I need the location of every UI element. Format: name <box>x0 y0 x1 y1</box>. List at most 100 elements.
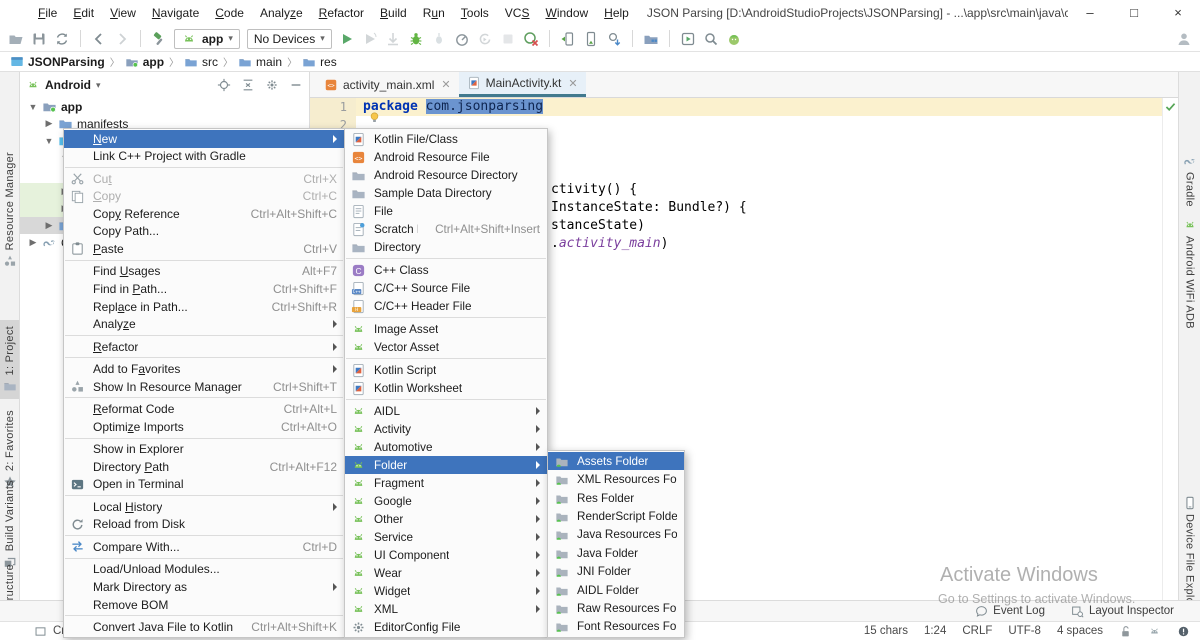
notify-icon[interactable] <box>1177 625 1190 638</box>
menu-edit[interactable]: Edit <box>65 0 102 26</box>
menu-item-ui-component[interactable]: UI Component <box>345 546 547 564</box>
menu-window[interactable]: Window <box>537 0 596 26</box>
menu-item-aidl[interactable]: AIDL <box>345 402 547 420</box>
menu-item-jni-folder[interactable]: JNI Folder <box>548 562 684 580</box>
menu-item-copy[interactable]: CopyCtrl+C <box>64 188 344 206</box>
menu-help[interactable]: Help <box>596 0 637 26</box>
menu-view[interactable]: View <box>102 0 144 26</box>
status-item-utf-8[interactable]: UTF-8 <box>1008 625 1041 637</box>
menu-build[interactable]: Build <box>372 0 415 26</box>
menu-item-res-folder[interactable]: Res Folder <box>548 489 684 507</box>
menu-item-xml-resources-folder[interactable]: XML Resources Folder <box>548 470 684 488</box>
chevron-right-icon[interactable]: ▶ <box>44 220 54 231</box>
tool-window-tab-gradle[interactable]: Gradle <box>1179 154 1200 207</box>
close-tab-icon[interactable]: ✕ <box>568 77 577 90</box>
menu-item-folder[interactable]: Folder <box>345 456 547 474</box>
menu-item-find-in-path[interactable]: Find in Path...Ctrl+Shift+F <box>64 280 344 298</box>
menu-item-editorconfig-file[interactable]: EditorConfig File <box>345 618 547 636</box>
save-all-icon[interactable] <box>31 31 47 47</box>
status-item-15-chars[interactable]: 15 chars <box>864 625 908 637</box>
menu-item-google[interactable]: Google <box>345 492 547 510</box>
android-gray-icon[interactable] <box>1148 625 1161 638</box>
menu-item-image-asset[interactable]: Image Asset <box>345 320 547 338</box>
menu-item-open-in-terminal[interactable]: Open in Terminal <box>64 476 344 494</box>
tool-window-tab-build-variants[interactable]: Build Variants <box>0 480 19 569</box>
menu-item-other[interactable]: Other <box>345 510 547 528</box>
menu-item-find-usages[interactable]: Find UsagesAlt+F7 <box>64 263 344 281</box>
maximize-button[interactable]: □ <box>1112 0 1156 26</box>
minimize-button[interactable]: – <box>1068 0 1112 26</box>
layout-inspector-tab[interactable]: Layout Inspector <box>1071 605 1174 618</box>
tab-activity-main-xml[interactable]: <> activity_main.xml ✕ <box>316 72 459 97</box>
menu-item-service[interactable]: Service <box>345 528 547 546</box>
menu-item-cut[interactable]: CutCtrl+X <box>64 170 344 188</box>
menu-run[interactable]: Run <box>415 0 453 26</box>
menu-item-copy-reference[interactable]: Copy ReferenceCtrl+Alt+Shift+C <box>64 205 344 223</box>
stop-icon[interactable] <box>500 31 516 47</box>
menu-item-android-resource-directory[interactable]: Android Resource Directory <box>345 166 547 184</box>
menu-refactor[interactable]: Refactor <box>311 0 372 26</box>
menu-item-java-resources-folder[interactable]: Java Resources Folder <box>548 526 684 544</box>
status-item-crlf[interactable]: CRLF <box>962 625 992 637</box>
menu-item-convert-java-file-to-kotlin-file[interactable]: Convert Java File to Kotlin FileCtrl+Alt… <box>64 618 344 636</box>
menu-item-kotlin-worksheet[interactable]: Kotlin Worksheet <box>345 379 547 397</box>
menu-item-renderscript-folder[interactable]: RenderScript Folder <box>548 507 684 525</box>
chevron-right-icon[interactable]: ▶ <box>44 118 54 129</box>
device-explorer-icon[interactable] <box>643 31 659 47</box>
menu-item-file[interactable]: File <box>345 202 547 220</box>
locate-icon[interactable] <box>217 78 231 92</box>
menu-item-directory[interactable]: Directory <box>345 238 547 256</box>
menu-item-local-history[interactable]: Local History <box>64 498 344 516</box>
menu-item-copy-path[interactable]: Copy Path... <box>64 223 344 241</box>
project-view-selector[interactable]: Android <box>45 78 91 92</box>
run-icon[interactable] <box>339 31 355 47</box>
assistant-icon[interactable] <box>726 31 742 47</box>
settings-icon[interactable] <box>265 78 279 92</box>
event-log-tab[interactable]: Event Log <box>975 605 1045 618</box>
menu-item-show-in-explorer[interactable]: Show in Explorer <box>64 441 344 459</box>
menu-item-assets-folder[interactable]: Assets Folder <box>548 452 684 470</box>
menu-item-xml[interactable]: XML <box>345 600 547 618</box>
avd-manager-icon[interactable] <box>560 31 576 47</box>
menu-item-directory-path[interactable]: Directory PathCtrl+Alt+F12 <box>64 458 344 476</box>
menu-item-mark-directory-as[interactable]: Mark Directory as <box>64 578 344 596</box>
chevron-right-icon[interactable]: ▶ <box>28 237 38 248</box>
menu-item-kotlin-script[interactable]: Kotlin Script <box>345 361 547 379</box>
breadcrumb-item-app[interactable]: app <box>125 55 164 69</box>
sync-icon[interactable] <box>54 31 70 47</box>
tool-window-tab-android-wifi-adb[interactable]: Android WiFi ADB <box>1179 218 1200 329</box>
menu-item-show-in-resource-manager[interactable]: Show In Resource ManagerCtrl+Shift+T <box>64 378 344 396</box>
tree-item-app[interactable]: ▼app <box>20 98 309 115</box>
menu-item-compare-with[interactable]: Compare With...Ctrl+D <box>64 538 344 556</box>
apply-changes-icon[interactable] <box>385 31 401 47</box>
menu-item-paste[interactable]: PasteCtrl+V <box>64 240 344 258</box>
menu-item-aidl-folder[interactable]: AIDL Folder <box>548 581 684 599</box>
menu-analyze[interactable]: Analyze <box>252 0 311 26</box>
chevron-down-icon[interactable]: ▼ <box>28 102 38 112</box>
menu-item-load-unload-modules[interactable]: Load/Unload Modules... <box>64 561 344 579</box>
menu-item-vector-asset[interactable]: Vector Asset <box>345 338 547 356</box>
tab-mainactivity-kt[interactable]: MainActivity.kt ✕ <box>459 72 586 97</box>
run-anything-icon[interactable] <box>680 31 696 47</box>
tool-window-tab-1-project[interactable]: 1: Project <box>0 320 19 399</box>
tool-window-tab-resource-manager[interactable]: Resource Manager <box>0 152 19 268</box>
menu-item-new[interactable]: New <box>64 130 344 148</box>
user-icon[interactable] <box>1176 31 1192 47</box>
open-file-icon[interactable] <box>8 31 24 47</box>
menu-item-font-resources-folder[interactable]: Font Resources Folder <box>548 618 684 636</box>
breadcrumb-item-main[interactable]: main <box>238 55 282 69</box>
status-item-4-spaces[interactable]: 4 spaces <box>1057 625 1103 637</box>
menu-item-reformat-code[interactable]: Reformat CodeCtrl+Alt+L <box>64 400 344 418</box>
rerun-icon[interactable] <box>362 31 378 47</box>
menu-code[interactable]: Code <box>207 0 252 26</box>
menu-item-analyze[interactable]: Analyze <box>64 315 344 333</box>
menu-item-java-folder[interactable]: Java Folder <box>548 544 684 562</box>
coverage-icon[interactable] <box>477 31 493 47</box>
profile-icon[interactable] <box>454 31 470 47</box>
debug-icon[interactable] <box>408 31 424 47</box>
device-inspect-icon[interactable] <box>583 31 599 47</box>
attach-debugger-icon[interactable] <box>431 31 447 47</box>
menu-item-c-c-header-file[interactable]: HC/C++ Header File <box>345 297 547 315</box>
back-icon[interactable] <box>91 31 107 47</box>
menu-vcs[interactable]: VCS <box>497 0 538 26</box>
